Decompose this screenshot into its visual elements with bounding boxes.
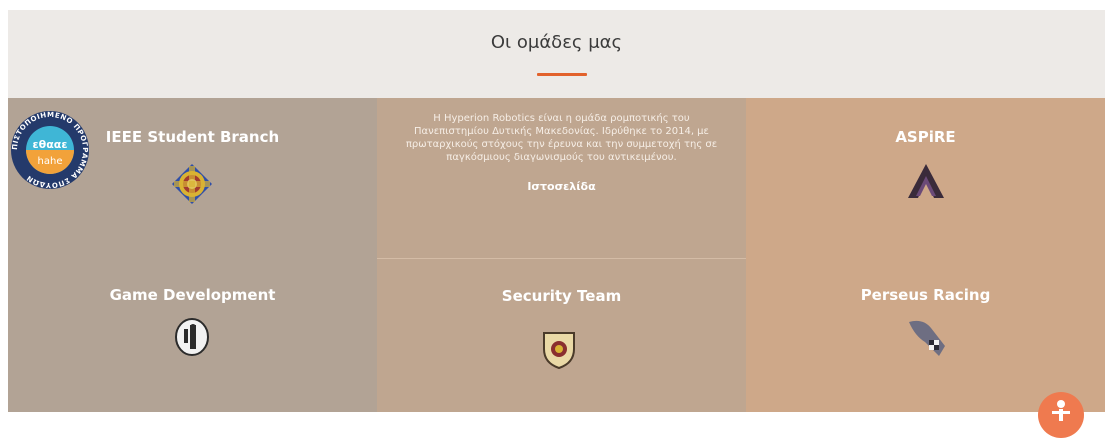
aspire-logo-icon: [908, 164, 944, 198]
teams-section: Οι ομάδες μας IEEE Student Branch Η Hype…: [8, 10, 1105, 412]
security-shield-icon: [543, 332, 575, 369]
accessibility-icon: [1052, 400, 1070, 421]
badge-line2: hahe: [38, 156, 63, 167]
team-card-game-development[interactable]: Game Development: [8, 258, 377, 412]
team-title: Perseus Racing: [860, 286, 991, 304]
ieee-branch-logo-icon: [172, 164, 212, 204]
perseus-racing-logo-icon: [909, 320, 945, 356]
team-card-security[interactable]: Security Team: [377, 258, 746, 412]
title-underline: [537, 73, 587, 76]
team-title: Game Development: [109, 286, 276, 304]
section-header: Οι ομάδες μας: [8, 10, 1105, 98]
accessibility-button[interactable]: [1038, 392, 1084, 438]
teams-grid: IEEE Student Branch Η Hyperion Robotics …: [8, 98, 1105, 412]
game-dev-logo-icon: [175, 318, 209, 356]
team-title: Security Team: [501, 287, 622, 305]
team-card-perseus-racing[interactable]: Perseus Racing: [746, 258, 1105, 412]
section-title: Οι ομάδες μας: [490, 32, 623, 53]
team-card-aspire[interactable]: ASPiRE: [746, 98, 1105, 258]
badge-line1: εθααε: [33, 138, 68, 151]
team-card-hyperion: Η Hyperion Robotics είναι η ομάδα ρομποτ…: [377, 98, 746, 258]
certified-program-badge: ΠΙΣΤΟΠΟΙΗΜΕΝΟ ΠΡΟΓΡΑΜΜΑ ΣΠΟΥΔΩΝ εθααε ha…: [11, 111, 89, 189]
website-link[interactable]: Ιστοσελίδα: [377, 180, 746, 193]
team-description: Η Hyperion Robotics είναι η ομάδα ρομποτ…: [405, 113, 718, 163]
team-title: ASPiRE: [895, 128, 956, 146]
